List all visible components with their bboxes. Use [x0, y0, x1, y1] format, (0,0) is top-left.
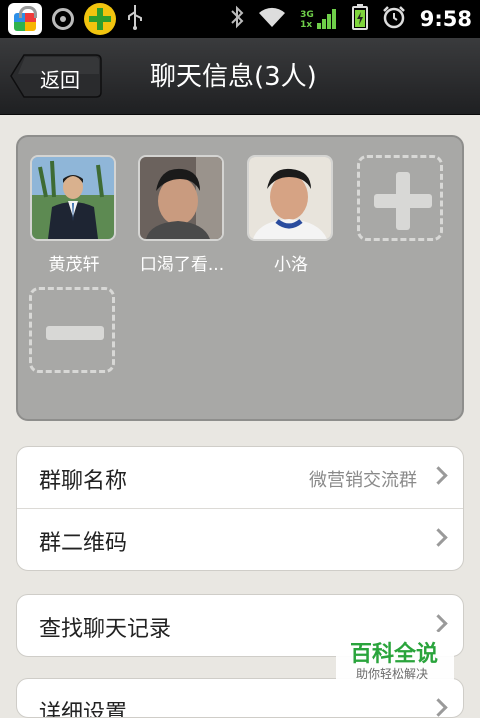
search-history-label: 查找聊天记录 [39, 617, 172, 642]
add-member-button[interactable] [357, 155, 443, 241]
remove-member-button[interactable] [29, 287, 115, 373]
app-store-icon [8, 3, 42, 35]
group-qr-row[interactable]: 群二维码 [17, 509, 463, 570]
chevron-right-icon [429, 466, 448, 485]
chevron-right-icon [429, 698, 448, 717]
media-icon [52, 8, 74, 30]
plus-icon-vertical [396, 172, 410, 230]
bluetooth-icon [230, 5, 244, 33]
member-name: 黄茂轩 [48, 255, 100, 275]
group-name-value: 微营销交流群 [309, 470, 417, 491]
minus-icon [46, 326, 104, 340]
chevron-right-icon [429, 614, 448, 633]
network-label-3g: 3G [300, 10, 314, 20]
avatar [247, 155, 333, 241]
group-name-row[interactable]: 群聊名称 微营销交流群 [17, 447, 463, 509]
members-panel: 黄茂轩 口渴了看... 小洛 [16, 135, 464, 421]
group-qr-label: 群二维码 [39, 531, 128, 556]
status-bar: 3G 1x 9:58 [0, 0, 480, 38]
member-name: 小洛 [274, 255, 308, 275]
signal-3g-icon: 3G 1x [300, 8, 338, 30]
member-item[interactable]: 黄茂轩 [30, 155, 118, 275]
page-title: 聊天信息(3人) [150, 62, 317, 92]
back-button-label: 返回 [40, 68, 80, 92]
member-item[interactable]: 小洛 [247, 155, 335, 275]
member-name: 口渴了看... [139, 255, 225, 275]
title-bar: 返回 聊天信息(3人) [0, 38, 480, 115]
watermark: 百科全说 助你轻松解决 [336, 632, 454, 688]
network-label-1x: 1x [300, 20, 313, 30]
detail-settings-label: 详细设置 [39, 701, 128, 718]
group-name-label: 群聊名称 [39, 469, 128, 494]
watermark-sub: 助你轻松解决 [356, 667, 429, 681]
status-time: 9:58 [419, 7, 472, 31]
wifi-icon [258, 6, 286, 32]
back-button[interactable]: 返回 [10, 54, 102, 98]
chevron-right-icon [429, 528, 448, 547]
watermark-main: 百科全说 [350, 642, 439, 667]
plus-360-icon [84, 3, 116, 35]
usb-icon [126, 4, 144, 35]
avatar [138, 155, 224, 241]
alarm-icon [382, 5, 406, 33]
group-settings-card: 群聊名称 微营销交流群 群二维码 [16, 446, 464, 571]
battery-icon [351, 4, 368, 34]
member-item[interactable]: 口渴了看... [138, 155, 226, 275]
avatar [30, 155, 116, 241]
